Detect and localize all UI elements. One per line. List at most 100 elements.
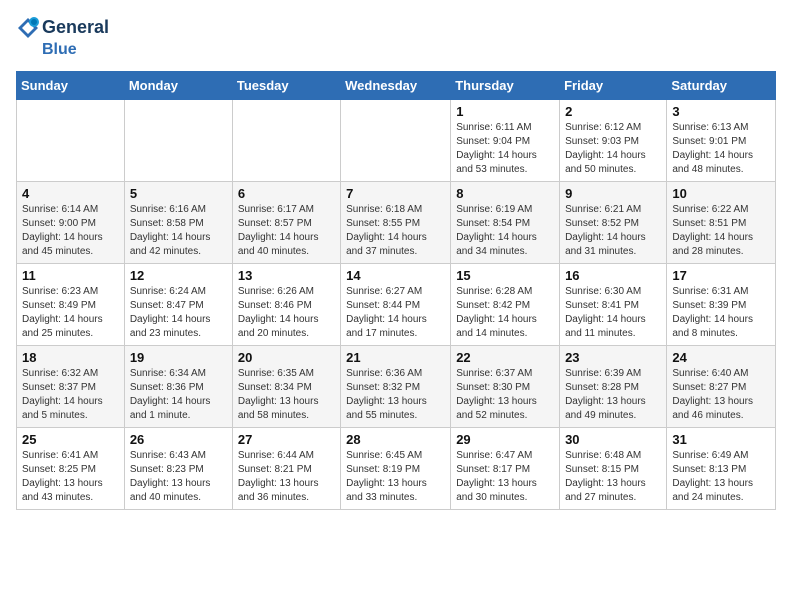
logo-icon xyxy=(16,16,40,40)
calendar-body: 1 Sunrise: 6:11 AM Sunset: 9:04 PM Daylig… xyxy=(17,100,776,510)
day-number: 2 xyxy=(565,104,661,119)
calendar-cell xyxy=(341,100,451,182)
day-info: Sunrise: 6:39 AM Sunset: 8:28 PM Dayligh… xyxy=(565,367,661,423)
day-info: Sunrise: 6:13 AM Sunset: 9:01 PM Dayligh… xyxy=(672,121,770,177)
day-number: 31 xyxy=(672,432,770,447)
calendar-cell: 24 Sunrise: 6:40 AM Sunset: 8:27 PM Dayli… xyxy=(667,346,776,428)
day-number: 17 xyxy=(672,268,770,283)
calendar-cell: 14 Sunrise: 6:27 AM Sunset: 8:44 PM Dayli… xyxy=(341,264,451,346)
logo-general: General xyxy=(42,17,109,39)
day-info: Sunrise: 6:35 AM Sunset: 8:34 PM Dayligh… xyxy=(238,367,335,423)
day-info: Sunrise: 6:43 AM Sunset: 8:23 PM Dayligh… xyxy=(130,449,227,505)
day-number: 18 xyxy=(22,350,119,365)
calendar-cell: 29 Sunrise: 6:47 AM Sunset: 8:17 PM Dayli… xyxy=(451,428,560,510)
day-number: 28 xyxy=(346,432,445,447)
calendar-cell: 10 Sunrise: 6:22 AM Sunset: 8:51 PM Dayli… xyxy=(667,182,776,264)
day-number: 4 xyxy=(22,186,119,201)
header-cell-friday: Friday xyxy=(560,72,667,100)
day-info: Sunrise: 6:24 AM Sunset: 8:47 PM Dayligh… xyxy=(130,285,227,341)
logo: General Blue xyxy=(16,16,109,59)
week-row-3: 11 Sunrise: 6:23 AM Sunset: 8:49 PM Dayli… xyxy=(17,264,776,346)
day-info: Sunrise: 6:44 AM Sunset: 8:21 PM Dayligh… xyxy=(238,449,335,505)
calendar-cell: 8 Sunrise: 6:19 AM Sunset: 8:54 PM Daylig… xyxy=(451,182,560,264)
day-number: 5 xyxy=(130,186,227,201)
calendar-cell: 19Sunrise: 6:34 AM Sunset: 8:36 PM Dayli… xyxy=(124,346,232,428)
day-info: Sunrise: 6:11 AM Sunset: 9:04 PM Dayligh… xyxy=(456,121,554,177)
day-number: 7 xyxy=(346,186,445,201)
day-number: 11 xyxy=(22,268,119,283)
day-number: 8 xyxy=(456,186,554,201)
week-row-2: 4Sunrise: 6:14 AM Sunset: 9:00 PM Daylig… xyxy=(17,182,776,264)
calendar-cell: 25 Sunrise: 6:41 AM Sunset: 8:25 PM Dayli… xyxy=(17,428,125,510)
day-info: Sunrise: 6:36 AM Sunset: 8:32 PM Dayligh… xyxy=(346,367,445,423)
calendar-cell: 18 Sunrise: 6:32 AM Sunset: 8:37 PM Dayli… xyxy=(17,346,125,428)
calendar-cell: 12 Sunrise: 6:24 AM Sunset: 8:47 PM Dayli… xyxy=(124,264,232,346)
day-number: 12 xyxy=(130,268,227,283)
day-info: Sunrise: 6:28 AM Sunset: 8:42 PM Dayligh… xyxy=(456,285,554,341)
day-info: Sunrise: 6:23 AM Sunset: 8:49 PM Dayligh… xyxy=(22,285,119,341)
day-info: Sunrise: 6:26 AM Sunset: 8:46 PM Dayligh… xyxy=(238,285,335,341)
calendar-cell: 5 Sunrise: 6:16 AM Sunset: 8:58 PM Daylig… xyxy=(124,182,232,264)
page-header: General Blue xyxy=(16,16,776,59)
day-info: Sunrise: 6:32 AM Sunset: 8:37 PM Dayligh… xyxy=(22,367,119,423)
day-number: 29 xyxy=(456,432,554,447)
day-info: Sunrise: 6:47 AM Sunset: 8:17 PM Dayligh… xyxy=(456,449,554,505)
day-info: Sunrise: 6:12 AM Sunset: 9:03 PM Dayligh… xyxy=(565,121,661,177)
calendar-cell: 23 Sunrise: 6:39 AM Sunset: 8:28 PM Dayli… xyxy=(560,346,667,428)
header-cell-wednesday: Wednesday xyxy=(341,72,451,100)
day-number: 3 xyxy=(672,104,770,119)
calendar-cell: 9Sunrise: 6:21 AM Sunset: 8:52 PM Daylig… xyxy=(560,182,667,264)
day-info: Sunrise: 6:45 AM Sunset: 8:19 PM Dayligh… xyxy=(346,449,445,505)
header-cell-tuesday: Tuesday xyxy=(232,72,340,100)
day-number: 22 xyxy=(456,350,554,365)
day-info: Sunrise: 6:34 AM Sunset: 8:36 PM Dayligh… xyxy=(130,367,227,423)
day-number: 24 xyxy=(672,350,770,365)
day-number: 27 xyxy=(238,432,335,447)
day-info: Sunrise: 6:16 AM Sunset: 8:58 PM Dayligh… xyxy=(130,203,227,259)
day-info: Sunrise: 6:48 AM Sunset: 8:15 PM Dayligh… xyxy=(565,449,661,505)
header-cell-sunday: Sunday xyxy=(17,72,125,100)
day-info: Sunrise: 6:17 AM Sunset: 8:57 PM Dayligh… xyxy=(238,203,335,259)
day-info: Sunrise: 6:30 AM Sunset: 8:41 PM Dayligh… xyxy=(565,285,661,341)
day-info: Sunrise: 6:41 AM Sunset: 8:25 PM Dayligh… xyxy=(22,449,119,505)
day-number: 16 xyxy=(565,268,661,283)
calendar-cell: 3 Sunrise: 6:13 AM Sunset: 9:01 PM Daylig… xyxy=(667,100,776,182)
calendar-table: SundayMondayTuesdayWednesdayThursdayFrid… xyxy=(16,71,776,510)
calendar-cell: 30Sunrise: 6:48 AM Sunset: 8:15 PM Dayli… xyxy=(560,428,667,510)
calendar-cell: 15Sunrise: 6:28 AM Sunset: 8:42 PM Dayli… xyxy=(451,264,560,346)
calendar-cell: 31Sunrise: 6:49 AM Sunset: 8:13 PM Dayli… xyxy=(667,428,776,510)
day-info: Sunrise: 6:18 AM Sunset: 8:55 PM Dayligh… xyxy=(346,203,445,259)
calendar-cell: 28 Sunrise: 6:45 AM Sunset: 8:19 PM Dayli… xyxy=(341,428,451,510)
calendar-cell: 7 Sunrise: 6:18 AM Sunset: 8:55 PM Daylig… xyxy=(341,182,451,264)
day-number: 23 xyxy=(565,350,661,365)
day-number: 25 xyxy=(22,432,119,447)
calendar-cell xyxy=(17,100,125,182)
week-row-1: 1 Sunrise: 6:11 AM Sunset: 9:04 PM Daylig… xyxy=(17,100,776,182)
calendar-cell: 21 Sunrise: 6:36 AM Sunset: 8:32 PM Dayli… xyxy=(341,346,451,428)
calendar-cell: 26 Sunrise: 6:43 AM Sunset: 8:23 PM Dayli… xyxy=(124,428,232,510)
calendar-cell: 11 Sunrise: 6:23 AM Sunset: 8:49 PM Dayli… xyxy=(17,264,125,346)
day-info: Sunrise: 6:22 AM Sunset: 8:51 PM Dayligh… xyxy=(672,203,770,259)
calendar-cell: 27 Sunrise: 6:44 AM Sunset: 8:21 PM Dayli… xyxy=(232,428,340,510)
day-info: Sunrise: 6:27 AM Sunset: 8:44 PM Dayligh… xyxy=(346,285,445,341)
header-cell-monday: Monday xyxy=(124,72,232,100)
calendar-cell: 4Sunrise: 6:14 AM Sunset: 9:00 PM Daylig… xyxy=(17,182,125,264)
week-row-5: 25 Sunrise: 6:41 AM Sunset: 8:25 PM Dayli… xyxy=(17,428,776,510)
calendar-cell: 6Sunrise: 6:17 AM Sunset: 8:57 PM Daylig… xyxy=(232,182,340,264)
header-cell-thursday: Thursday xyxy=(451,72,560,100)
logo-blue: Blue xyxy=(42,40,109,59)
calendar-header: SundayMondayTuesdayWednesdayThursdayFrid… xyxy=(17,72,776,100)
day-number: 9 xyxy=(565,186,661,201)
day-number: 10 xyxy=(672,186,770,201)
day-info: Sunrise: 6:19 AM Sunset: 8:54 PM Dayligh… xyxy=(456,203,554,259)
calendar-cell: 20 Sunrise: 6:35 AM Sunset: 8:34 PM Dayli… xyxy=(232,346,340,428)
day-number: 13 xyxy=(238,268,335,283)
day-number: 21 xyxy=(346,350,445,365)
day-number: 26 xyxy=(130,432,227,447)
day-number: 1 xyxy=(456,104,554,119)
day-number: 14 xyxy=(346,268,445,283)
day-number: 20 xyxy=(238,350,335,365)
day-info: Sunrise: 6:40 AM Sunset: 8:27 PM Dayligh… xyxy=(672,367,770,423)
calendar-cell: 17 Sunrise: 6:31 AM Sunset: 8:39 PM Dayli… xyxy=(667,264,776,346)
day-info: Sunrise: 6:31 AM Sunset: 8:39 PM Dayligh… xyxy=(672,285,770,341)
